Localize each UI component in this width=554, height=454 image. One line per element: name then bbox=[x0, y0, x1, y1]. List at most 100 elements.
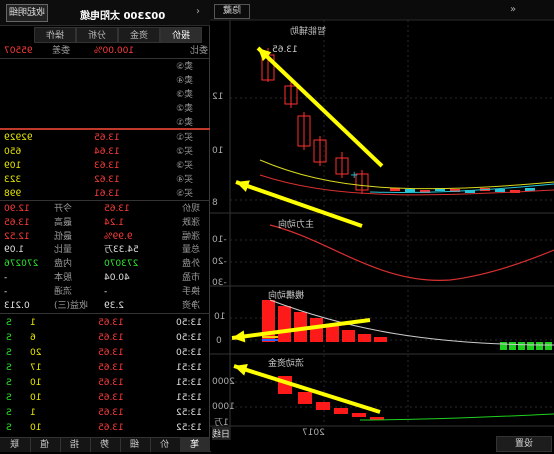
stat-value-right: 0.213 bbox=[4, 300, 30, 311]
indicator2-bar bbox=[310, 318, 323, 342]
indicator2-bar-green bbox=[509, 342, 516, 350]
buy-row: 323 13.62 买④ bbox=[0, 173, 210, 187]
indicator2-bar-green bbox=[527, 342, 534, 350]
tick-time: 13:50 bbox=[176, 348, 202, 358]
stat-label-left: 涨幅 bbox=[182, 231, 201, 242]
stat-value-left: 54.33万 bbox=[104, 245, 139, 256]
indicator2-bar bbox=[342, 330, 355, 342]
daily-kline-button[interactable]: 日线 bbox=[212, 427, 230, 440]
stat-label-left: 现价 bbox=[182, 204, 201, 214]
collapse-details-button[interactable]: 收起明细 bbox=[6, 4, 48, 22]
tick-volume: 20 bbox=[30, 348, 42, 358]
sell-label: 卖⑤ bbox=[176, 62, 194, 72]
bottom-tab[interactable]: 细 bbox=[120, 438, 151, 452]
indicator3-axis-a: 2000 bbox=[212, 377, 235, 387]
sell-row: 卖② bbox=[0, 102, 210, 116]
stat-value-right: 12.52 bbox=[4, 231, 30, 242]
stat-value-right: 13.65 bbox=[4, 217, 30, 228]
stat-label-left: 外盘 bbox=[182, 259, 201, 270]
quote-bottom-tabs: 联值指势细价笔 bbox=[0, 437, 211, 452]
indicator2-bar-green bbox=[536, 342, 543, 350]
sell-row: 卖④ bbox=[0, 74, 210, 88]
tick-row: S 10 13.65 13:51 bbox=[0, 376, 210, 390]
x-axis-year: 2017 bbox=[302, 428, 325, 438]
indicator2-bar-green bbox=[518, 342, 525, 350]
tick-row: S 6 13.65 13:50 bbox=[0, 331, 210, 345]
stat-label-right: 量比 bbox=[54, 245, 73, 256]
tab-quote[interactable]: 报价 bbox=[160, 27, 202, 43]
indicator2-label: 機構动向 bbox=[268, 291, 305, 301]
tab-funds[interactable]: 资金 bbox=[118, 27, 160, 43]
buy-label: 买① bbox=[176, 133, 194, 143]
sell-row: 卖③ bbox=[0, 88, 210, 102]
tab-operation[interactable]: 操作 bbox=[34, 27, 76, 43]
stat-label-right: 股本 bbox=[54, 273, 73, 283]
stat-value-left: - bbox=[104, 286, 108, 297]
tick-flag: S bbox=[6, 333, 12, 343]
indicator1-axis-b: -20 bbox=[212, 257, 227, 267]
bottom-tab[interactable]: 联 bbox=[0, 438, 31, 452]
buy-price: 13.65 bbox=[94, 133, 120, 143]
hide-button[interactable]: 隐藏 bbox=[214, 4, 250, 19]
tick-flag: S bbox=[6, 318, 12, 328]
indicator3-label: 流动资金 bbox=[268, 359, 305, 369]
y-axis-10: 10 bbox=[212, 146, 224, 156]
tick-volume: 10 bbox=[30, 393, 42, 403]
stat-value-right: 1.09 bbox=[4, 245, 25, 256]
stat-row: 1.09 量比 54.33万 总量 bbox=[0, 243, 210, 257]
tick-time: 13:52 bbox=[176, 423, 202, 433]
app-window: 收起明细 002300 太阳电缆 ‹ 操作 分析 资金 报价 95507 委差 … bbox=[0, 0, 554, 452]
back-arrow-icon[interactable]: ‹ bbox=[196, 6, 206, 18]
quote-tabs: 操作 分析 资金 报价 bbox=[0, 27, 210, 43]
tick-price: 13.65 bbox=[98, 408, 124, 418]
tick-price: 13.65 bbox=[98, 333, 124, 343]
stat-label-right: 收益(三) bbox=[54, 300, 89, 311]
stat-label-right: 今开 bbox=[54, 204, 73, 214]
bottom-tab[interactable]: 价 bbox=[150, 438, 181, 452]
stat-label-right: 最低 bbox=[54, 231, 73, 242]
tick-flag: S bbox=[6, 363, 12, 373]
stat-label-left: 净资 bbox=[182, 300, 201, 311]
stat-label-right: 内盘 bbox=[54, 259, 73, 270]
buy-label: 买⑤ bbox=[176, 189, 194, 199]
candle-small bbox=[495, 189, 505, 192]
price-high-label: 13.65 bbox=[272, 45, 298, 55]
tab-analysis[interactable]: 分析 bbox=[76, 27, 118, 43]
indicator2-axis-a: 10 bbox=[214, 312, 226, 322]
indicator3-axis-b: 1000 bbox=[212, 402, 235, 412]
stat-row: 13.65 最高 1.24 涨跌 bbox=[0, 216, 210, 230]
tick-time: 13:50 bbox=[176, 333, 202, 343]
buy-volume: 92929 bbox=[4, 133, 33, 143]
commission-ratio-label: 委比 bbox=[190, 46, 209, 56]
bottom-tab[interactable]: 值 bbox=[30, 438, 61, 452]
buy-price: 13.61 bbox=[94, 189, 120, 199]
bottom-tab[interactable]: 势 bbox=[90, 438, 121, 452]
indicator2-bar-green bbox=[545, 342, 552, 350]
indicator2-bar bbox=[278, 306, 291, 342]
tick-flag: S bbox=[6, 378, 12, 388]
stat-label-left: 换手 bbox=[182, 286, 201, 297]
chart-area: + 隐藏 « 智能辅助 13.65 12 10 8 主力动向 -10 -20 -… bbox=[210, 0, 554, 452]
indicator2-bar bbox=[374, 337, 387, 342]
stat-value-left: 13.65 bbox=[104, 204, 130, 214]
tick-price: 13.65 bbox=[98, 393, 124, 403]
tick-volume: 10 bbox=[30, 378, 42, 388]
buy-volume: 323 bbox=[4, 175, 22, 185]
buy-row: 92929 13.65 买① bbox=[0, 131, 210, 145]
indicator2-axis-b: 0 bbox=[216, 336, 222, 346]
tick-price: 13.65 bbox=[98, 378, 124, 388]
stat-row: 270276 内盘 273070 外盘 bbox=[0, 257, 210, 271]
settings-button[interactable]: 设置 bbox=[496, 436, 552, 452]
buy-price: 13.64 bbox=[94, 147, 120, 157]
bottom-tab[interactable]: 笔 bbox=[180, 438, 211, 452]
indicator3-bar bbox=[352, 413, 366, 417]
tick-flag: S bbox=[6, 393, 12, 403]
more-options-icon[interactable]: « bbox=[510, 4, 516, 15]
main-chart-label: 智能辅助 bbox=[290, 27, 327, 37]
stat-row: 12.52 最低 9.99% 涨幅 bbox=[0, 230, 210, 244]
bottom-tab[interactable]: 指 bbox=[60, 438, 91, 452]
indicator2-bar-green bbox=[500, 342, 507, 350]
tick-row: S 17 13.65 13:51 bbox=[0, 361, 210, 375]
candle-small bbox=[525, 188, 535, 191]
tick-time: 13:51 bbox=[176, 363, 202, 373]
